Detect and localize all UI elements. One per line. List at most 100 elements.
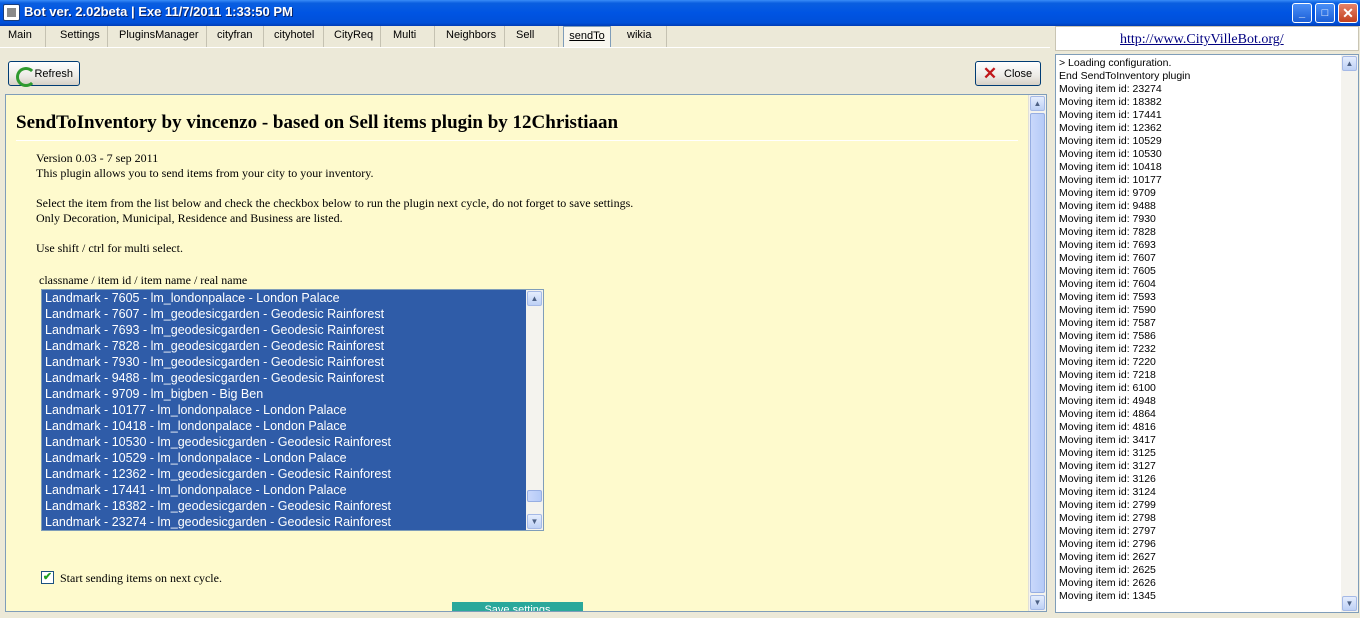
log-line: Moving item id: 2625 (1059, 564, 1156, 576)
window-close-button[interactable]: ✕ (1338, 3, 1358, 23)
log-textbox[interactable]: > Loading configuration. End SendToInvent… (1055, 54, 1359, 613)
panel-scroll-thumb[interactable] (1030, 113, 1045, 593)
list-item[interactable]: Landmark - 10530 - lm_geodesicgarden - G… (42, 434, 526, 450)
list-item[interactable]: Landmark - 9488 - lm_geodesicgarden - Ge… (42, 370, 526, 386)
log-line: Moving item id: 4864 (1059, 408, 1156, 420)
log-line: Moving item id: 17441 (1059, 109, 1162, 121)
tab-cityfran[interactable]: cityfran (209, 26, 264, 47)
log-line: > Loading configuration. (1059, 57, 1172, 69)
log-line: Moving item id: 3124 (1059, 486, 1156, 498)
website-link[interactable]: http://www.CityVilleBot.org/ (1120, 32, 1284, 48)
refresh-button[interactable]: Refresh (8, 61, 80, 87)
log-line: Moving item id: 9709 (1059, 187, 1156, 199)
log-line: Moving item id: 3417 (1059, 434, 1156, 446)
log-line: Moving item id: 7828 (1059, 226, 1156, 238)
list-item[interactable]: Landmark - 10177 - lm_londonpalace - Lon… (42, 402, 526, 418)
app-icon (3, 4, 20, 21)
log-line: Moving item id: 1345 (1059, 590, 1156, 602)
panel-scroll-up-icon[interactable]: ▲ (1030, 96, 1045, 111)
log-scroll-up-icon[interactable]: ▲ (1342, 56, 1357, 71)
window-title: Bot ver. 2.02beta | Exe 11/7/2011 1:33:5… (24, 4, 293, 19)
scroll-thumb[interactable] (527, 490, 542, 502)
log-line: Moving item id: 4948 (1059, 395, 1156, 407)
list-item[interactable]: Landmark - 18382 - lm_geodesicgarden - G… (42, 498, 526, 514)
instruction-multiselect: Use shift / ctrl for multi select. (36, 241, 183, 255)
tab-wikia[interactable]: wikia (619, 26, 667, 47)
title-divider (16, 140, 1018, 141)
tab-sendto[interactable]: sendTo (563, 26, 611, 47)
tab-main[interactable]: Main (0, 26, 46, 47)
minimize-button[interactable]: _ (1292, 3, 1312, 23)
items-listbox[interactable]: Landmark - 7605 - lm_londonpalace - Lond… (41, 289, 544, 531)
version-text: Version 0.03 - 7 sep 2011 (36, 151, 159, 165)
list-item[interactable]: Landmark - 10529 - lm_londonpalace - Lon… (42, 450, 526, 466)
log-line: Moving item id: 7586 (1059, 330, 1156, 342)
log-line: Moving item id: 2798 (1059, 512, 1156, 524)
close-plugin-button[interactable]: ✕ Close (975, 61, 1041, 86)
scroll-up-arrow-icon[interactable]: ▲ (527, 291, 542, 306)
log-line: Moving item id: 2796 (1059, 538, 1156, 550)
log-line: Moving item id: 7218 (1059, 369, 1156, 381)
log-line: Moving item id: 7590 (1059, 304, 1156, 316)
log-line: Moving item id: 10529 (1059, 135, 1162, 147)
log-line: Moving item id: 2627 (1059, 551, 1156, 563)
listbox-scrollbar[interactable]: ▲ ▼ (526, 290, 543, 530)
tab-multi[interactable]: Multi (385, 26, 435, 47)
log-line: Moving item id: 10418 (1059, 161, 1162, 173)
log-line: Moving item id: 3125 (1059, 447, 1156, 459)
list-item[interactable]: Landmark - 7828 - lm_geodesicgarden - Ge… (42, 338, 526, 354)
log-line: Moving item id: 7604 (1059, 278, 1156, 290)
log-line: Moving item id: 7232 (1059, 343, 1156, 355)
list-item[interactable]: Landmark - 9709 - lm_bigben - Big Ben (42, 386, 526, 402)
save-settings-button[interactable]: Save settings (452, 602, 583, 611)
tab-divider (0, 47, 1050, 48)
log-line: Moving item id: 23274 (1059, 83, 1162, 95)
log-line: Moving item id: 7693 (1059, 239, 1156, 251)
close-x-icon: ✕ (982, 63, 998, 83)
tab-neighbors[interactable]: Neighbors (438, 26, 505, 47)
log-line: Moving item id: 2799 (1059, 499, 1156, 511)
maximize-button[interactable]: □ (1315, 3, 1335, 23)
start-sending-label: Start sending items on next cycle. (60, 571, 222, 585)
list-item[interactable]: Landmark - 7930 - lm_geodesicgarden - Ge… (42, 354, 526, 370)
link-box: http://www.CityVilleBot.org/ (1055, 26, 1359, 51)
title-bar[interactable]: Bot ver. 2.02beta | Exe 11/7/2011 1:33:5… (0, 0, 1360, 26)
tab-settings[interactable]: Settings (52, 26, 108, 47)
log-line: Moving item id: 7607 (1059, 252, 1156, 264)
plugin-panel: SendToInventory by vincenzo - based on S… (5, 94, 1047, 612)
log-line: Moving item id: 3126 (1059, 473, 1156, 485)
log-line: Moving item id: 2797 (1059, 525, 1156, 537)
list-item[interactable]: Landmark - 12362 - lm_geodesicgarden - G… (42, 466, 526, 482)
log-line: Moving item id: 10530 (1059, 148, 1162, 160)
log-scroll-down-icon[interactable]: ▼ (1342, 596, 1357, 611)
log-line: Moving item id: 12362 (1059, 122, 1162, 134)
log-line: End SendToInventory plugin (1059, 70, 1191, 82)
log-scrollbar[interactable]: ▲ ▼ (1341, 55, 1358, 612)
log-line: Moving item id: 7593 (1059, 291, 1156, 303)
list-item[interactable]: Landmark - 10418 - lm_londonpalace - Lon… (42, 418, 526, 434)
bottom-edge (0, 614, 1360, 618)
log-line: Moving item id: 4816 (1059, 421, 1156, 433)
log-line: Moving item id: 7605 (1059, 265, 1156, 277)
log-line: Moving item id: 6100 (1059, 382, 1156, 394)
tab-cityhotel[interactable]: cityhotel (266, 26, 324, 47)
panel-scrollbar[interactable]: ▲ ▼ (1028, 95, 1046, 611)
list-item[interactable]: Landmark - 23274 - lm_geodesicgarden - G… (42, 514, 526, 530)
start-sending-checkbox[interactable]: ✔ (41, 571, 54, 584)
tab-pluginsmanager[interactable]: PluginsManager (111, 26, 207, 47)
list-item[interactable]: Landmark - 7607 - lm_geodesicgarden - Ge… (42, 306, 526, 322)
list-item[interactable]: Landmark - 7693 - lm_geodesicgarden - Ge… (42, 322, 526, 338)
log-line: Moving item id: 7587 (1059, 317, 1156, 329)
log-line: Moving item id: 2626 (1059, 577, 1156, 589)
panel-scroll-down-icon[interactable]: ▼ (1030, 595, 1045, 610)
list-header: classname / item id / item name / real n… (39, 273, 248, 287)
tab-sell[interactable]: Sell (508, 26, 559, 47)
list-item[interactable]: Landmark - 7605 - lm_londonpalace - Lond… (42, 290, 526, 306)
scroll-down-arrow-icon[interactable]: ▼ (527, 514, 542, 529)
tab-cityreq[interactable]: CityReq (326, 26, 381, 47)
list-item[interactable]: Landmark - 17441 - lm_londonpalace - Lon… (42, 482, 526, 498)
log-line: Moving item id: 3127 (1059, 460, 1156, 472)
log-line: Moving item id: 10177 (1059, 174, 1162, 186)
items-list: Landmark - 7605 - lm_londonpalace - Lond… (42, 290, 526, 530)
log-line: Moving item id: 9488 (1059, 200, 1156, 212)
